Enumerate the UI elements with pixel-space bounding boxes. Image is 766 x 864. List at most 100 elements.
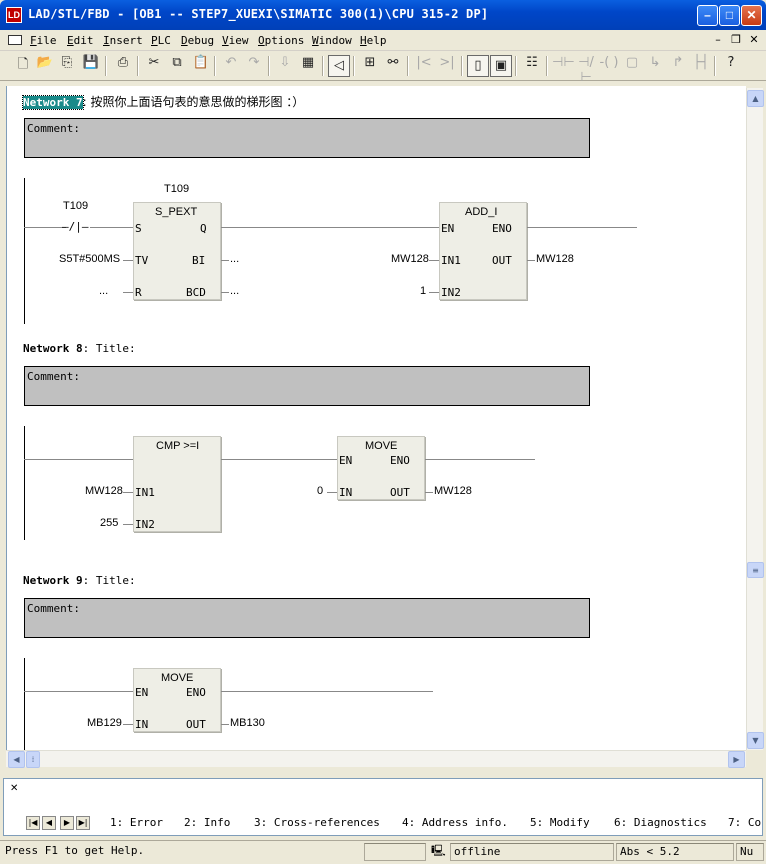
- prev-network-icon[interactable]: |<: [413, 55, 435, 77]
- timer-address[interactable]: T109: [164, 183, 189, 195]
- contact-address[interactable]: T109: [63, 200, 88, 212]
- details-icon[interactable]: ▣: [490, 55, 512, 77]
- monitor-icon[interactable]: ⚯: [382, 55, 404, 77]
- add-in1-param[interactable]: MW128: [391, 253, 429, 265]
- save-icon[interactable]: 💾: [80, 55, 102, 77]
- tab-more[interactable]: 7: Co: [728, 816, 761, 829]
- menu-edit[interactable]: Edit: [67, 34, 94, 47]
- scroll-up-icon[interactable]: ▲: [747, 90, 764, 107]
- context-help-icon[interactable]: ?: [720, 55, 742, 77]
- compare-icon[interactable]: ▦: [297, 55, 319, 77]
- network-7-comment[interactable]: Comment:: [24, 118, 590, 158]
- cmp-in2-param[interactable]: 255: [100, 517, 118, 529]
- document-icon[interactable]: [8, 35, 22, 45]
- coil-icon[interactable]: -( ): [598, 55, 620, 77]
- scroll-left-icon[interactable]: ◀: [8, 751, 25, 768]
- cut-icon[interactable]: ✂: [143, 55, 165, 77]
- tab-cross-references[interactable]: 3: Cross-references: [254, 816, 380, 829]
- tab-error[interactable]: 1: Error: [110, 816, 163, 829]
- network-7-title[interactable]: Network 7: 按照你上面语句表的意思做的梯形图 ：）: [22, 93, 304, 110]
- tab-next-icon[interactable]: ▶: [60, 816, 74, 830]
- menu-help[interactable]: Help: [360, 34, 387, 47]
- network-title-text: : Title:: [82, 574, 136, 587]
- pin-eno: ENO: [390, 454, 410, 467]
- connection-icon[interactable]: ├┤: [690, 55, 712, 77]
- mdi-close-icon[interactable]: ✕: [746, 33, 762, 48]
- close-panel-icon[interactable]: ✕: [10, 783, 18, 794]
- undo-icon[interactable]: ↶: [220, 55, 242, 77]
- horizontal-scrollbar[interactable]: ◀ ⁞ ▶: [6, 750, 746, 768]
- bi-param[interactable]: ...: [230, 253, 239, 265]
- timer-box[interactable]: S_PEXT S Q TV BI R BCD: [133, 202, 221, 300]
- minimize-button[interactable]: –: [697, 5, 718, 26]
- menu-options[interactable]: Options: [258, 34, 304, 47]
- r-param[interactable]: ...: [99, 285, 108, 297]
- tab-prev-icon[interactable]: ◀: [42, 816, 56, 830]
- no-contact-icon[interactable]: ⊣⊢: [552, 55, 575, 77]
- tab-info[interactable]: 2: Info: [184, 816, 230, 829]
- network-label[interactable]: Network 8: [23, 342, 83, 355]
- mdi-restore-icon[interactable]: ❐: [728, 33, 744, 48]
- menu-plc[interactable]: PLC: [151, 34, 171, 47]
- paste-icon[interactable]: 📋: [190, 55, 212, 77]
- empty-box-icon[interactable]: ▢: [621, 55, 643, 77]
- pin-en: EN: [135, 686, 149, 699]
- network-label[interactable]: Network 7: [22, 95, 84, 110]
- menu-insert[interactable]: Insert: [103, 34, 143, 47]
- move-out-param[interactable]: MB130: [230, 717, 265, 729]
- network-icon[interactable]: ⊞: [359, 55, 381, 77]
- menu-debug[interactable]: Debug: [181, 34, 214, 47]
- new-icon[interactable]: 🗋: [12, 55, 34, 77]
- ladder-editor[interactable]: Network 7: 按照你上面语句表的意思做的梯形图 ：） Comment: …: [6, 86, 746, 750]
- overview-icon[interactable]: ◁: [328, 55, 350, 77]
- symbol-info-icon[interactable]: ☷: [521, 55, 543, 77]
- add-in2-param[interactable]: 1: [420, 285, 426, 297]
- tv-param[interactable]: S5T#500MS: [59, 253, 120, 265]
- move-box[interactable]: MOVE EN ENO IN OUT: [337, 436, 425, 500]
- next-network-icon[interactable]: >|: [436, 55, 458, 77]
- scroll-down-icon[interactable]: ▼: [747, 732, 764, 749]
- nc-contact[interactable]: —/|—: [62, 220, 89, 233]
- menu-file[interactable]: File: [30, 34, 57, 47]
- add-i-box[interactable]: ADD_I EN ENO IN1 OUT IN2: [439, 202, 527, 300]
- tab-address-info[interactable]: 4: Address info.: [402, 816, 508, 829]
- open-branch-icon[interactable]: ↳: [644, 55, 666, 77]
- menu-window[interactable]: Window: [312, 34, 352, 47]
- network-9-comment[interactable]: Comment:: [24, 598, 590, 638]
- move-in-param[interactable]: 0: [317, 485, 323, 497]
- print-icon[interactable]: ⎙: [112, 55, 134, 77]
- hscroll-thumb[interactable]: ⁞: [26, 751, 40, 768]
- open-icon[interactable]: 📂: [34, 55, 56, 77]
- tab-modify[interactable]: 5: Modify: [530, 816, 590, 829]
- maximize-button[interactable]: □: [719, 5, 740, 26]
- scroll-right-icon[interactable]: ▶: [728, 751, 745, 768]
- move-in-param[interactable]: MB129: [87, 717, 122, 729]
- tab-last-icon[interactable]: ▶|: [76, 816, 90, 830]
- network-9-title[interactable]: Network 9: Title:: [23, 574, 136, 587]
- nc-contact-icon[interactable]: ⊣/⊢: [575, 55, 597, 85]
- step7-app-icon[interactable]: LD: [6, 7, 22, 23]
- bcd-param[interactable]: ...: [230, 285, 239, 297]
- copy-icon[interactable]: ⧉: [166, 55, 188, 77]
- close-button[interactable]: ✕: [741, 5, 762, 26]
- download-icon[interactable]: ⇩: [274, 55, 296, 77]
- tab-diagnostics[interactable]: 6: Diagnostics: [614, 816, 707, 829]
- redo-icon[interactable]: ↷: [243, 55, 265, 77]
- mdi-minimize-icon[interactable]: –: [710, 33, 726, 48]
- move-box[interactable]: MOVE EN ENO IN OUT: [133, 668, 221, 732]
- close-branch-icon[interactable]: ↱: [667, 55, 689, 77]
- network-label[interactable]: Network 9: [23, 574, 83, 587]
- program-elements-icon[interactable]: ▯: [467, 55, 489, 77]
- title-bar[interactable]: LD LAD/STL/FBD - [OB1 -- STEP7_XUEXI\SIM…: [0, 0, 766, 30]
- add-out-param[interactable]: MW128: [536, 253, 574, 265]
- cmp-ge-i-box[interactable]: CMP >=I IN1 IN2: [133, 436, 221, 532]
- tab-first-icon[interactable]: |◀: [26, 816, 40, 830]
- cmp-in1-param[interactable]: MW128: [85, 485, 123, 497]
- scroll-thumb[interactable]: ≡: [747, 562, 764, 578]
- network-8-comment[interactable]: Comment:: [24, 366, 590, 406]
- vertical-scrollbar[interactable]: ▲ ≡ ▼: [746, 88, 764, 750]
- menu-view[interactable]: View: [222, 34, 249, 47]
- move-out-param[interactable]: MW128: [434, 485, 472, 497]
- network-8-title[interactable]: Network 8: Title:: [23, 342, 136, 355]
- accessible-nodes-icon[interactable]: ⎘: [56, 55, 78, 77]
